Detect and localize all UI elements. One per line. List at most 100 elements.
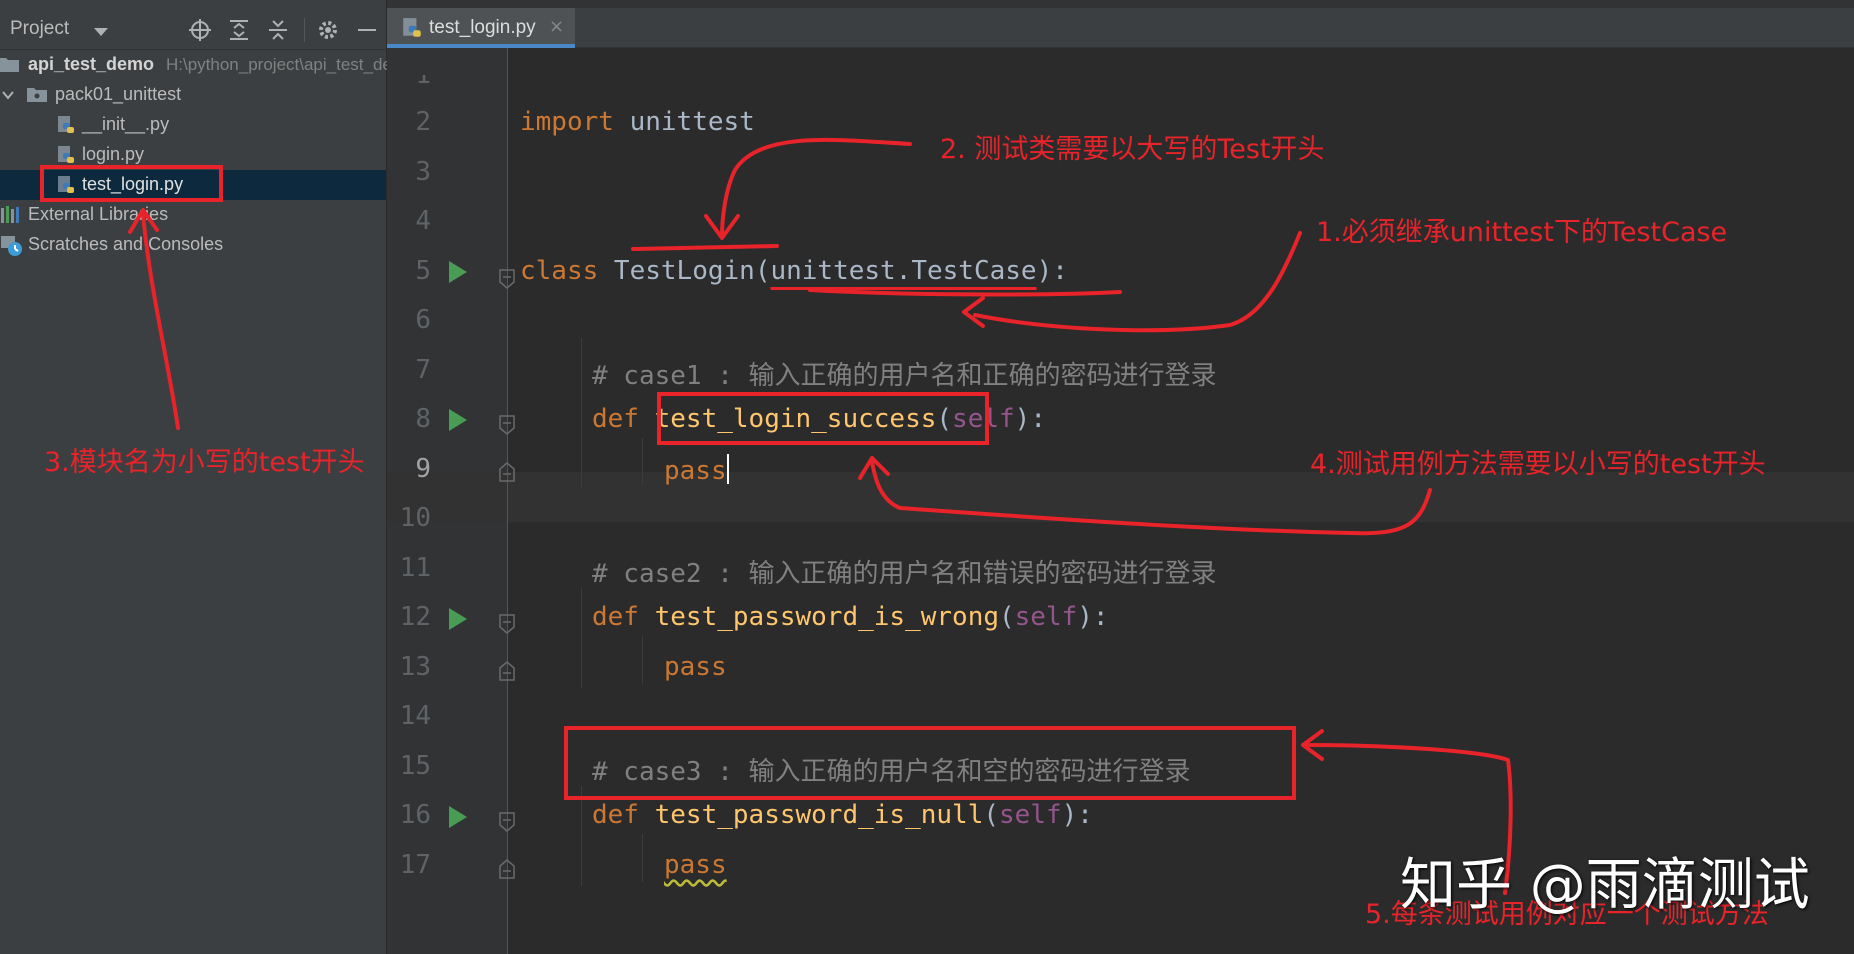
run-icon[interactable]: [449, 608, 467, 630]
code-text: (: [983, 800, 1000, 830]
tree-item-external-libraries[interactable]: External Libraries: [0, 200, 386, 230]
project-title[interactable]: Project: [10, 18, 69, 40]
code-text: ):: [1036, 256, 1068, 286]
function-name: test_password_is_wrong: [654, 602, 999, 632]
self-param: self: [1014, 602, 1078, 632]
code-line-17: pass: [664, 850, 727, 880]
chevron-down-icon[interactable]: [2, 89, 14, 101]
code-line-12: def test_password_is_wrong(self):: [592, 602, 1109, 632]
line-number: 5: [415, 256, 431, 286]
line-number: 9: [415, 454, 431, 484]
class-name: TestLogin(: [598, 256, 771, 286]
line-number: 16: [399, 800, 431, 830]
folder-icon: [0, 58, 19, 72]
indent-guide: [642, 834, 643, 882]
code-line-7: # case1 : 输入正确的用户名和正确的密码进行登录: [592, 355, 1217, 392]
fold-end-icon[interactable]: [498, 858, 516, 880]
indent-guide: [581, 786, 582, 886]
project-header: Project: [0, 8, 386, 50]
tree-item-path-hint: H:\python_project\api_test_demo: [166, 55, 416, 74]
python-file-icon: [58, 116, 74, 133]
keyword: pass: [664, 652, 727, 682]
tree-item-init-py[interactable]: __init__.py: [0, 110, 386, 140]
close-icon[interactable]: ×: [549, 16, 564, 37]
package-icon: [27, 88, 47, 102]
run-icon[interactable]: [449, 409, 467, 431]
collapse-all-icon[interactable]: [265, 17, 291, 43]
code-text: ):: [1014, 404, 1046, 434]
annotation-2: 2. 测试类需要以大写的Test开头: [940, 134, 1325, 165]
fold-end-icon[interactable]: [498, 461, 516, 483]
line-number: 3: [415, 157, 431, 187]
locate-icon[interactable]: [187, 17, 213, 43]
code-line-5: class TestLogin(unittest.TestCase):: [520, 256, 1068, 286]
annotation-1: 1.必须继承unittest下的TestCase: [1316, 217, 1728, 248]
keyword: class: [520, 256, 599, 286]
tab-bar-top-strip: [387, 0, 1854, 8]
keyword: def: [592, 800, 639, 830]
chevron-down-icon[interactable]: [94, 28, 108, 36]
library-icon: [1, 206, 19, 223]
tree-item-label: api_test_demo: [28, 54, 155, 74]
keyword: pass: [664, 456, 727, 486]
text-caret: [726, 454, 729, 484]
fold-end-icon[interactable]: [498, 660, 516, 682]
annotation-3: 3.模块名为小写的test开头: [44, 447, 365, 478]
line-number: 8: [415, 404, 431, 434]
fold-icon[interactable]: [498, 414, 516, 436]
fold-icon[interactable]: [498, 268, 516, 290]
expand-all-icon[interactable]: [226, 17, 252, 43]
code-editor[interactable]: 1 2 3 4 5 6 7 8 9 10 11 12 13 14 15 16 1…: [387, 48, 1854, 954]
fold-icon[interactable]: [498, 613, 516, 635]
code-line-2: import unittest: [520, 107, 755, 137]
python-file-icon: [403, 18, 421, 37]
line-number: 6: [415, 305, 431, 335]
tree-item-pack01-unittest[interactable]: pack01_unittest: [0, 80, 386, 110]
line-number: 14: [399, 701, 431, 731]
tree-item-api-test-demo[interactable]: api_test_demo H:\python_project\api_test…: [0, 50, 416, 80]
line-number: 13: [399, 652, 431, 682]
line-number: 7: [415, 355, 431, 385]
hide-icon[interactable]: [354, 17, 380, 43]
code-text: ):: [1077, 602, 1109, 632]
tree-item-label: Scratches and Consoles: [28, 234, 224, 254]
fold-icon[interactable]: [498, 811, 516, 833]
run-icon[interactable]: [449, 806, 467, 828]
function-name: test_password_is_null: [654, 800, 984, 830]
tab-label: test_login.py: [429, 17, 536, 38]
line-number: 17: [399, 850, 431, 880]
comment: # case1 : 输入正确的用户名和正确的密码进行登录: [592, 361, 1217, 391]
annotation-box-method: [657, 392, 989, 445]
comment: # case2 : 输入正确的用户名和错误的密码进行登录: [592, 559, 1217, 589]
line-number: 4: [415, 206, 431, 236]
indent-guide: [642, 636, 643, 684]
annotation-4: 4.测试用例方法需要以小写的test开头: [1310, 449, 1766, 480]
code-line-16: def test_password_is_null(self):: [592, 800, 1093, 830]
tree-item-label: External Libraries: [28, 204, 169, 224]
watermark: 知乎 @雨滴测试: [1400, 853, 1810, 918]
indent-guide: [581, 338, 582, 488]
line-number: 11: [399, 553, 431, 583]
keyword: def: [592, 602, 639, 632]
code-text: ):: [1061, 800, 1093, 830]
tree-item-label: __init__.py: [82, 114, 170, 134]
gear-icon[interactable]: [315, 17, 341, 43]
self-param: self: [999, 800, 1062, 830]
tree-item-label: login.py: [82, 144, 145, 164]
line-number: 10: [399, 503, 431, 533]
line-number: 2: [415, 107, 431, 137]
run-icon[interactable]: [449, 261, 467, 283]
code-line-11: # case2 : 输入正确的用户名和错误的密码进行登录: [592, 553, 1217, 590]
base-class: unittest.TestCase: [770, 256, 1037, 286]
code-text: (: [999, 602, 1015, 632]
code-line-13: pass: [664, 652, 727, 682]
tab-test-login-py[interactable]: test_login.py ×: [387, 8, 575, 48]
tree-item-scratches[interactable]: Scratches and Consoles: [0, 230, 386, 260]
ide-window: Project api_test_demo H:\python_project\…: [0, 0, 1854, 954]
keyword: pass: [664, 850, 727, 880]
annotation-box-module: [40, 165, 223, 202]
keyword: import: [520, 107, 614, 137]
indent-guide: [642, 438, 643, 486]
annotation-box-comment: [564, 726, 1296, 800]
line-number: 12: [399, 602, 431, 632]
